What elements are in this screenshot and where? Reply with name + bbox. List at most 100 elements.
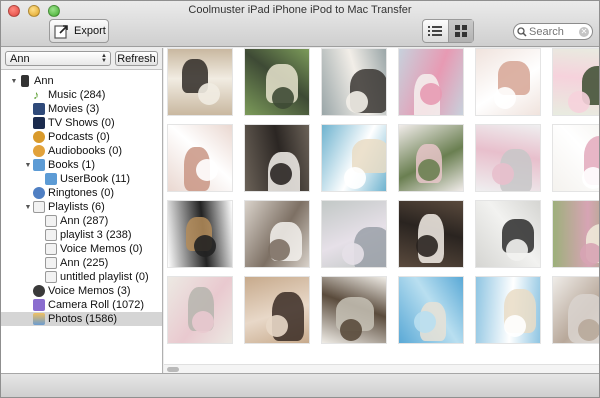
wedding-dress-photo[interactable]	[552, 276, 599, 344]
photo-highlight	[196, 159, 218, 181]
wedding-cake-photo[interactable]	[398, 48, 464, 116]
photo-highlight	[568, 91, 590, 113]
voice-memo-icon	[33, 285, 45, 297]
hands-ring-closeup-photo[interactable]	[167, 124, 233, 192]
disclosure-triangle-icon[interactable]: ▼	[9, 78, 19, 85]
sidebar-item-ann[interactable]: Ann (225)	[1, 256, 162, 270]
export-button-label: Export	[74, 25, 106, 37]
sidebar-item-camera-roll[interactable]: Camera Roll (1072)	[1, 298, 162, 312]
bouquet-photo[interactable]	[552, 48, 599, 116]
sidebar-item-ann[interactable]: ▼ Ann	[1, 74, 162, 88]
playlist-icon	[45, 229, 57, 241]
sidebar-item-label: Playlists (6)	[48, 201, 105, 213]
sidebar-item-audiobooks[interactable]: Audiobooks (0)	[1, 144, 162, 158]
list-view-button[interactable]	[423, 20, 448, 42]
clear-search-icon[interactable]: ✕	[579, 26, 589, 37]
beach-couple-photo[interactable]	[398, 276, 464, 344]
vw-bus-flowers-photo[interactable]	[552, 200, 599, 268]
playlist-icon	[45, 215, 57, 227]
camera-roll-icon	[33, 299, 45, 311]
playlist-icon	[45, 243, 57, 255]
sidebar-item-label: Photos (1586)	[48, 313, 118, 325]
tv-icon	[33, 117, 45, 129]
horizontal-scrollbar[interactable]	[164, 364, 599, 373]
film-icon	[33, 103, 45, 115]
audiobook-icon	[33, 145, 45, 157]
refresh-button[interactable]: Refresh	[115, 51, 158, 66]
teddy-sign-photo[interactable]	[321, 276, 387, 344]
photo-highlight	[272, 87, 294, 109]
photo-highlight	[418, 159, 440, 181]
photos-icon	[33, 313, 45, 325]
bride-bouquet-photo[interactable]	[398, 124, 464, 192]
bridesmaids-photo[interactable]	[321, 200, 387, 268]
ringtone-icon	[33, 187, 45, 199]
playlist-icon	[45, 257, 57, 269]
export-icon	[54, 25, 68, 39]
sidebar-item-userbook[interactable]: UserBook (11)	[1, 172, 162, 186]
photo-highlight	[492, 163, 514, 185]
sidebar-item-voice-memos[interactable]: Voice Memos (3)	[1, 284, 162, 298]
sidebar-item-label: Ann	[34, 75, 54, 87]
device-select[interactable]: Ann ▲ ▼	[5, 51, 111, 66]
sidebar-item-untitled-playlist[interactable]: untitled playlist (0)	[1, 270, 162, 284]
photo-highlight	[266, 315, 288, 337]
couple-flowers-photo[interactable]	[398, 200, 464, 268]
search-field: ✕	[513, 23, 593, 40]
sidebar-item-label: Ringtones (0)	[48, 187, 115, 199]
bride-groom-photo[interactable]	[475, 200, 541, 268]
white-cake-photo[interactable]	[552, 124, 599, 192]
sidebar-item-ringtones[interactable]: Ringtones (0)	[1, 186, 162, 200]
sidebar-item-playlists[interactable]: ▼ Playlists (6)	[1, 200, 162, 214]
photo-highlight	[344, 167, 366, 189]
vw-bus-photo[interactable]	[244, 48, 310, 116]
sidebar-item-podcasts[interactable]: Podcasts (0)	[1, 130, 162, 144]
photo-highlight	[414, 311, 436, 333]
beach-arch-photo[interactable]	[321, 124, 387, 192]
search-input[interactable]	[529, 25, 579, 38]
iphone-icon	[21, 75, 29, 87]
sidebar-header: Ann ▲ ▼ Refresh	[1, 48, 162, 70]
sidebar-item-ann[interactable]: Ann (287)	[1, 214, 162, 228]
disclosure-triangle-icon[interactable]: ▼	[23, 162, 33, 169]
grid-view-icon	[454, 25, 467, 37]
kissing-couple-photo[interactable]	[321, 48, 387, 116]
bride-portrait-photo[interactable]	[244, 200, 310, 268]
sidebar-item-label: Voice Memos (0)	[60, 243, 143, 255]
photo-highlight	[192, 311, 214, 333]
export-button[interactable]: Export	[49, 19, 109, 43]
scrollbar-thumb[interactable]	[167, 367, 179, 372]
sidebar-item-label: Audiobooks (0)	[48, 145, 122, 157]
sidebar-item-photos[interactable]: Photos (1586)	[1, 312, 162, 326]
sidebar: Ann ▲ ▼ Refresh ▼ Ann ♪ Music (284) Movies (3…	[1, 48, 163, 373]
sidebar-item-label: Ann (287)	[60, 215, 109, 227]
dancing-couple-photo[interactable]	[244, 124, 310, 192]
couple-teddy-bear-photo[interactable]	[167, 48, 233, 116]
photo-highlight	[506, 239, 528, 261]
beach-running-photo[interactable]	[475, 276, 541, 344]
hands-rings-photo[interactable]	[475, 48, 541, 116]
birdcage-flowers-photo[interactable]	[475, 124, 541, 192]
sidebar-item-music[interactable]: ♪ Music (284)	[1, 88, 162, 102]
sidebar-item-label: Camera Roll (1072)	[48, 299, 144, 311]
sidebar-item-label: Movies (3)	[48, 103, 100, 115]
library-tree: ▼ Ann ♪ Music (284) Movies (3) TV Shows (0) Po…	[1, 70, 162, 326]
photo-highlight	[580, 243, 599, 265]
sidebar-item-tv-shows[interactable]: TV Shows (0)	[1, 116, 162, 130]
grid-view-button[interactable]	[447, 20, 473, 42]
sidebar-item-movies[interactable]: Movies (3)	[1, 102, 162, 116]
podcast-icon	[33, 131, 45, 143]
photo-highlight	[198, 83, 220, 105]
photo-highlight	[494, 87, 516, 109]
disclosure-triangle-icon[interactable]: ▼	[23, 204, 33, 211]
status-bar	[1, 373, 599, 397]
teddy-bears-photo[interactable]	[167, 200, 233, 268]
photo-highlight	[340, 319, 362, 341]
birdcage-bouquet-photo[interactable]	[167, 276, 233, 344]
sidebar-item-books[interactable]: ▼ Books (1)	[1, 158, 162, 172]
sidebar-item-voice-memos[interactable]: Voice Memos (0)	[1, 242, 162, 256]
sidebar-item-label: Voice Memos (3)	[48, 285, 131, 297]
sidebar-item-playlist-3[interactable]: playlist 3 (238)	[1, 228, 162, 242]
laughing-friends-photo[interactable]	[244, 276, 310, 344]
photo-highlight	[504, 315, 526, 337]
